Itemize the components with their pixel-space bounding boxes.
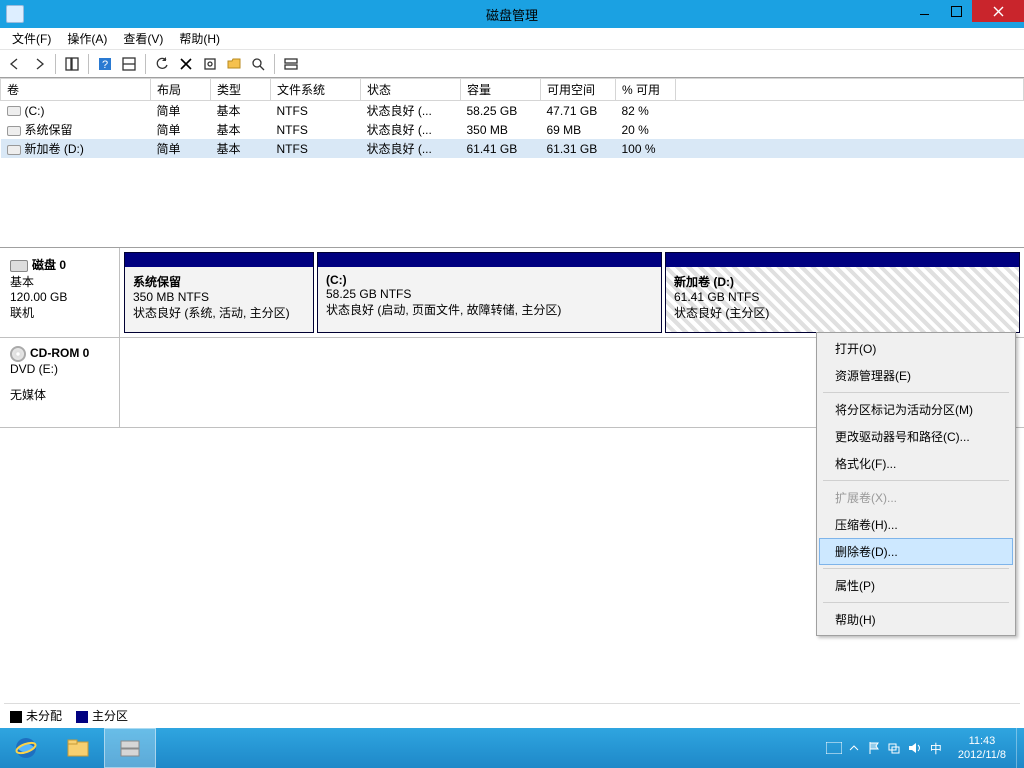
legend: 未分配 主分区 xyxy=(4,703,1020,727)
partition-d[interactable]: 新加卷 (D:) 61.41 GB NTFS 状态良好 (主分区) xyxy=(665,252,1020,333)
show-tree-button[interactable] xyxy=(61,53,83,75)
ctx-shrink[interactable]: 压缩卷(H)... xyxy=(819,511,1013,538)
close-button[interactable] xyxy=(972,0,1024,22)
find-button[interactable] xyxy=(247,53,269,75)
legend-swatch-unalloc xyxy=(10,711,22,723)
volume-icon xyxy=(7,106,21,116)
partition-size: 61.41 GB NTFS xyxy=(674,290,1011,304)
ctx-help[interactable]: 帮助(H) xyxy=(819,606,1013,633)
ctx-explorer[interactable]: 资源管理器(E) xyxy=(819,362,1013,389)
partition-c[interactable]: (C:) 58.25 GB NTFS 状态良好 (启动, 页面文件, 故障转储,… xyxy=(317,252,662,333)
refresh-button[interactable] xyxy=(151,53,173,75)
col-fs[interactable]: 文件系统 xyxy=(271,79,361,101)
minimize-button[interactable] xyxy=(908,0,940,22)
tray-date: 2012/11/8 xyxy=(958,748,1006,762)
volume-icon[interactable] xyxy=(904,728,924,768)
volume-icon xyxy=(7,126,21,136)
ctx-change-letter[interactable]: 更改驱动器号和路径(C)... xyxy=(819,423,1013,450)
window-title: 磁盘管理 xyxy=(0,5,1024,24)
col-pctfree[interactable]: % 可用 xyxy=(616,79,676,101)
keyboard-icon[interactable] xyxy=(824,728,844,768)
delete-icon[interactable] xyxy=(175,53,197,75)
ctx-delete-volume[interactable]: 删除卷(D)... xyxy=(819,538,1013,565)
legend-label-primary: 主分区 xyxy=(92,709,128,723)
disk-list-button[interactable] xyxy=(280,53,302,75)
taskbar-diskmgmt-icon[interactable] xyxy=(104,728,156,768)
legend-label-unalloc: 未分配 xyxy=(26,709,62,723)
partition-size: 58.25 GB NTFS xyxy=(326,287,653,301)
menu-action[interactable]: 操作(A) xyxy=(59,28,115,49)
ime-indicator[interactable]: 中 xyxy=(924,728,948,768)
svg-text:?: ? xyxy=(102,59,108,71)
back-button[interactable] xyxy=(4,53,26,75)
disk-capacity: 120.00 GB xyxy=(10,290,109,304)
partition-title: 新加卷 (D:) xyxy=(674,273,1011,290)
hdd-icon xyxy=(10,260,28,272)
cdrom-state: 无媒体 xyxy=(10,386,109,403)
partition-size: 350 MB NTFS xyxy=(133,290,305,304)
partition-system-reserved[interactable]: 系统保留 350 MB NTFS 状态良好 (系统, 活动, 主分区) xyxy=(124,252,314,333)
ctx-mark-active[interactable]: 将分区标记为活动分区(M) xyxy=(819,396,1013,423)
show-desktop-button[interactable] xyxy=(1016,728,1024,768)
properties-button[interactable] xyxy=(199,53,221,75)
menu-help[interactable]: 帮助(H) xyxy=(171,28,228,49)
tray-clock[interactable]: 11:43 2012/11/8 xyxy=(948,734,1016,762)
disk-state: 联机 xyxy=(10,304,109,321)
partition-status: 状态良好 (主分区) xyxy=(674,304,1011,321)
disk-header-0[interactable]: 磁盘 0 基本 120.00 GB 联机 xyxy=(0,248,120,337)
ctx-extend: 扩展卷(X)... xyxy=(819,484,1013,511)
col-free[interactable]: 可用空间 xyxy=(541,79,616,101)
taskbar-explorer-icon[interactable] xyxy=(52,728,104,768)
network-icon[interactable] xyxy=(884,728,904,768)
disk-name: 磁盘 0 xyxy=(32,258,66,272)
system-tray: 中 11:43 2012/11/8 xyxy=(824,728,1024,768)
ctx-properties[interactable]: 属性(P) xyxy=(819,572,1013,599)
disk-type: 基本 xyxy=(10,273,109,290)
open-button[interactable] xyxy=(223,53,245,75)
taskbar: 中 11:43 2012/11/8 xyxy=(0,728,1024,768)
cdrom-header[interactable]: CD-ROM 0 DVD (E:) 无媒体 xyxy=(0,338,120,427)
window-titlebar: 磁盘管理 xyxy=(0,0,1024,28)
partition-status: 状态良好 (系统, 活动, 主分区) xyxy=(133,304,305,321)
maximize-button[interactable] xyxy=(940,0,972,22)
tray-time: 11:43 xyxy=(958,734,1006,748)
taskbar-ie-icon[interactable] xyxy=(0,728,52,768)
partition-status: 状态良好 (启动, 页面文件, 故障转储, 主分区) xyxy=(326,301,653,318)
flag-icon[interactable] xyxy=(864,728,884,768)
ctx-format[interactable]: 格式化(F)... xyxy=(819,450,1013,477)
legend-swatch-primary xyxy=(76,711,88,723)
col-type[interactable]: 类型 xyxy=(211,79,271,101)
col-capacity[interactable]: 容量 xyxy=(461,79,541,101)
forward-button[interactable] xyxy=(28,53,50,75)
partition-title: (C:) xyxy=(326,273,653,287)
cdrom-sub: DVD (E:) xyxy=(10,362,109,376)
volume-row[interactable]: (C:)简单基本NTFS状态良好 (...58.25 GB47.71 GB82 … xyxy=(1,101,1024,121)
menu-view[interactable]: 查看(V) xyxy=(115,28,171,49)
context-menu: 打开(O) 资源管理器(E) 将分区标记为活动分区(M) 更改驱动器号和路径(C… xyxy=(816,332,1016,636)
volume-row[interactable]: 新加卷 (D:)简单基本NTFS状态良好 (...61.41 GB61.31 G… xyxy=(1,139,1024,158)
cdrom-name: CD-ROM 0 xyxy=(30,346,89,360)
disk-row-0: 磁盘 0 基本 120.00 GB 联机 系统保留 350 MB NTFS 状态… xyxy=(0,248,1024,338)
volume-icon xyxy=(7,145,21,155)
menubar: 文件(F) 操作(A) 查看(V) 帮助(H) xyxy=(0,28,1024,50)
partition-title: 系统保留 xyxy=(133,273,305,290)
ctx-open[interactable]: 打开(O) xyxy=(819,335,1013,362)
col-layout[interactable]: 布局 xyxy=(151,79,211,101)
tray-expand-icon[interactable] xyxy=(844,728,864,768)
menu-file[interactable]: 文件(F) xyxy=(4,28,59,49)
show-pane-button[interactable] xyxy=(118,53,140,75)
col-status[interactable]: 状态 xyxy=(361,79,461,101)
toolbar: ? xyxy=(0,50,1024,78)
volume-row[interactable]: 系统保留简单基本NTFS状态良好 (...350 MB69 MB20 % xyxy=(1,120,1024,139)
cdrom-icon xyxy=(10,346,26,362)
help-button[interactable]: ? xyxy=(94,53,116,75)
col-volume[interactable]: 卷 xyxy=(1,79,151,101)
volume-list[interactable]: 卷 布局 类型 文件系统 状态 容量 可用空间 % 可用 (C:)简单基本NTF… xyxy=(0,78,1024,248)
